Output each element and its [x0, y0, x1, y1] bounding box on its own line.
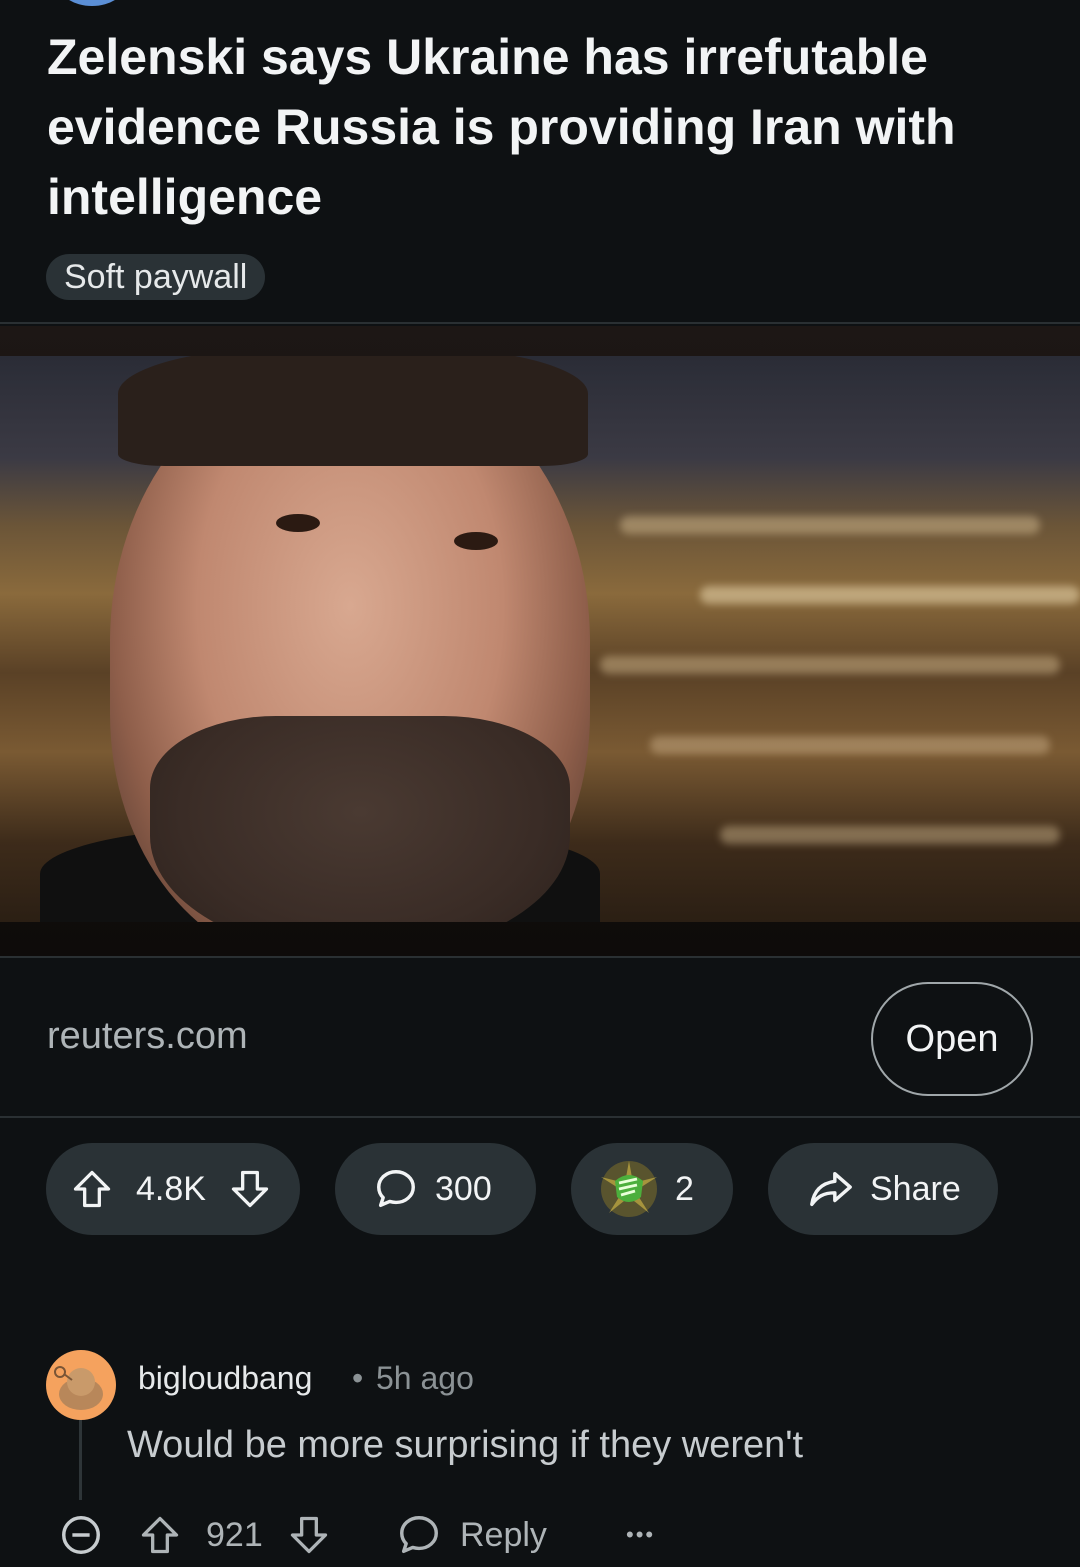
- open-link-button[interactable]: Open: [871, 982, 1033, 1096]
- meta-separator: •: [352, 1360, 364, 1396]
- comment-icon: [373, 1166, 419, 1212]
- reply-button[interactable]: Reply: [396, 1508, 547, 1562]
- post-flair[interactable]: Soft paywall: [46, 254, 266, 300]
- reply-icon: [396, 1512, 442, 1558]
- share-icon: [808, 1166, 854, 1212]
- photo: [0, 356, 1080, 922]
- share-button[interactable]: Share: [768, 1143, 998, 1235]
- comment-timestamp: 5h ago: [376, 1360, 474, 1396]
- comments-button[interactable]: 300: [335, 1143, 536, 1235]
- comment-username[interactable]: bigloudbang: [138, 1360, 312, 1397]
- downvote-icon[interactable]: [287, 1513, 331, 1557]
- more-options-button[interactable]: •••: [626, 1508, 655, 1562]
- collapse-icon: [58, 1512, 104, 1558]
- comment-count: 300: [435, 1169, 492, 1208]
- link-domain[interactable]: reuters.com: [47, 1015, 248, 1058]
- comment-body: Would be more surprising if they weren't: [127, 1424, 804, 1466]
- divider: [0, 956, 1080, 958]
- award-icon: [597, 1157, 661, 1221]
- divider: [0, 1116, 1080, 1118]
- more-icon: •••: [626, 1522, 656, 1547]
- avatar[interactable]: [46, 1350, 116, 1420]
- reply-label: Reply: [460, 1515, 547, 1554]
- post-image[interactable]: [0, 326, 1080, 956]
- vote-pill: 4.8K: [46, 1143, 300, 1235]
- award-count: 2: [675, 1169, 694, 1208]
- award-button[interactable]: 2: [571, 1143, 733, 1235]
- thread-line: [79, 1420, 82, 1500]
- share-label: Share: [870, 1169, 961, 1208]
- post-title[interactable]: Zelenski says Ukraine has irrefutable ev…: [47, 22, 1037, 232]
- subreddit-avatar[interactable]: [58, 0, 126, 6]
- comment-vote-group: 921: [138, 1508, 331, 1562]
- comment-vote-count: 921: [206, 1515, 263, 1554]
- divider: [0, 322, 1080, 324]
- downvote-icon[interactable]: [228, 1167, 272, 1211]
- vote-count: 4.8K: [136, 1169, 206, 1208]
- upvote-icon[interactable]: [70, 1167, 114, 1211]
- upvote-icon[interactable]: [138, 1513, 182, 1557]
- collapse-thread-button[interactable]: [58, 1508, 104, 1562]
